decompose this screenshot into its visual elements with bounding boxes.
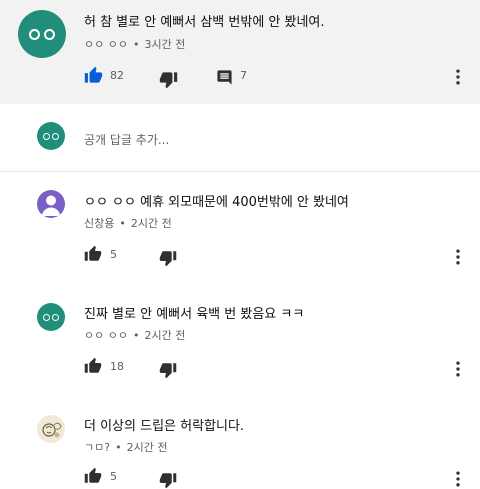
separator: • [132,329,140,342]
like-button[interactable] [84,357,102,375]
separator: • [119,217,126,230]
like-count: 5 [110,470,117,483]
avatar [37,122,65,150]
separator: • [115,441,122,454]
avatar[interactable] [37,415,65,443]
comment-meta: ㅇㅇ ㅇㅇ • 3시간 전 [84,36,185,52]
reply-text: ㅇㅇ ㅇㅇ 예휴 외모때문에 400번밖에 안 봤네여 [84,195,349,210]
dislike-button[interactable] [159,471,177,489]
reply-meta: ㅇㅇ ㅇㅇ • 2시간 전 [84,327,185,343]
reply-text: 진짜 별로 안 예뻐서 육백 번 봤음요 ㅋㅋ [84,307,305,322]
dislike-button[interactable] [159,249,177,267]
reply-author[interactable]: ㄱㅁ? [84,441,110,454]
comment-author[interactable]: ㅇㅇ ㅇㅇ [84,38,128,51]
reply-time: 2시간 전 [126,441,168,454]
reply-time: 2시간 전 [144,329,186,342]
comment-time: 3시간 전 [144,38,186,51]
like-count: 5 [110,248,117,261]
reply-meta: 신창용 • 2시간 전 [84,215,172,231]
reply-author[interactable]: ㅇㅇ ㅇㅇ [84,329,128,342]
avatar[interactable] [37,190,65,218]
reply-button[interactable] [216,69,233,86]
reply-meta: ㄱㅁ? • 2시간 전 [84,439,167,455]
more-options-icon[interactable] [448,469,468,489]
person-icon [41,195,61,216]
divider [0,171,480,172]
more-options-icon[interactable] [448,359,468,379]
dislike-button[interactable] [159,70,178,89]
reply-text: 더 이상의 드립은 허락합니다. [84,419,245,434]
separator: • [132,38,140,51]
drawing-avatar-icon [42,422,62,438]
comment-text: 허 참 별로 안 예뻐서 삼백 번밖에 안 봤네여. [84,15,325,30]
avatar-face-icon [37,303,65,331]
avatar-face-icon [18,10,66,58]
like-button[interactable] [84,467,102,485]
reply-author[interactable]: 신창용 [84,217,114,230]
like-button[interactable] [84,245,102,263]
reply-count: 7 [240,69,247,82]
more-options-icon[interactable] [448,247,468,267]
avatar[interactable] [18,10,66,58]
avatar[interactable] [37,303,65,331]
like-count: 82 [110,69,124,82]
dislike-button[interactable] [159,361,177,379]
reply-input[interactable]: 공개 답글 추가... [84,131,169,148]
like-count: 18 [110,360,124,373]
like-button[interactable] [84,66,103,85]
reply-time: 2시간 전 [130,217,172,230]
avatar-face-icon [37,122,65,150]
more-options-icon[interactable] [448,67,468,87]
